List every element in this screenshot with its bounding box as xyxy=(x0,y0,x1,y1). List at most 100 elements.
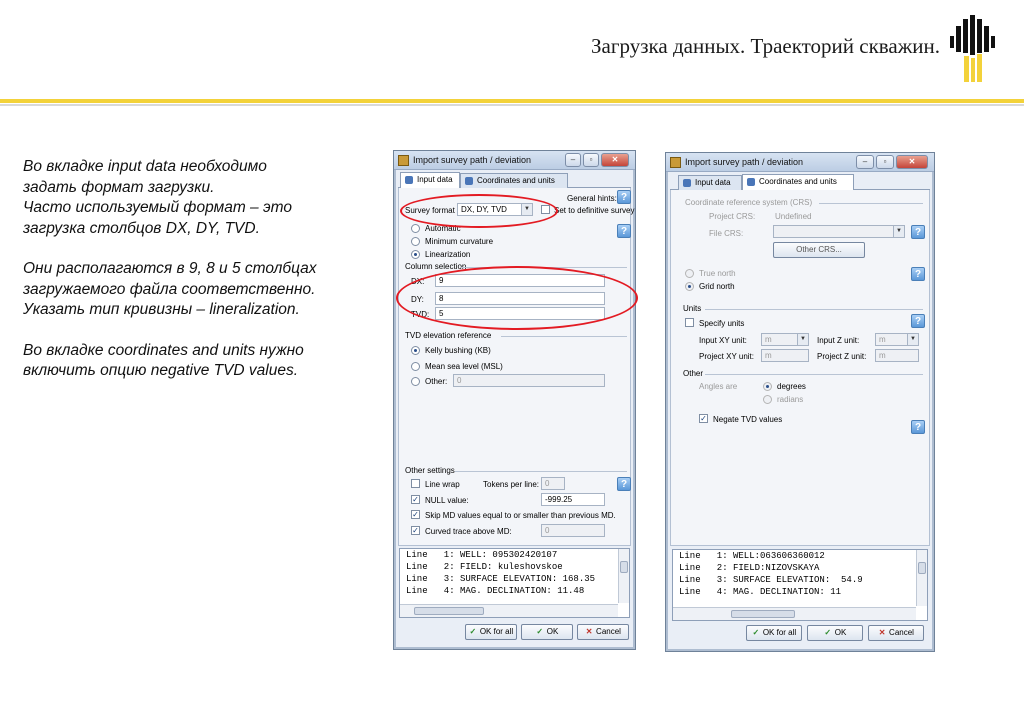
degrees-label: degrees xyxy=(777,382,806,391)
horizontal-scrollbar[interactable] xyxy=(400,604,618,617)
method-linearization-label: Linearization xyxy=(425,250,471,259)
preview-line: Line 2: FIELD:NIZOVSKAYA xyxy=(679,563,820,573)
negate-tvd-label: Negate TVD values xyxy=(713,415,783,424)
dialog-titlebar[interactable]: Import survey path / deviation – ▫ ✕ xyxy=(666,153,934,172)
tab-input-data[interactable]: Input data xyxy=(678,175,742,190)
tab-input-data[interactable]: Input data xyxy=(400,172,460,188)
section-divider xyxy=(501,336,627,337)
null-value-checkbox[interactable]: ✓ xyxy=(411,495,420,504)
set-definitive-checkbox[interactable] xyxy=(541,205,550,214)
help-icon[interactable]: ? xyxy=(617,477,631,491)
tab-coordinates-units[interactable]: Coordinates and units xyxy=(460,173,568,188)
file-preview[interactable]: Line 1: WELL: 095302420107 Line 2: FIELD… xyxy=(399,548,630,618)
minimize-icon[interactable]: – xyxy=(565,153,581,167)
help-icon[interactable]: ? xyxy=(911,267,925,281)
chevron-down-icon: ▼ xyxy=(907,334,918,345)
dialog-titlebar[interactable]: Import survey path / deviation – ▫ ✕ xyxy=(394,151,635,170)
project-crs-value: Undefined xyxy=(775,212,812,221)
dx-label: DX: xyxy=(411,277,425,286)
grid-north-label: Grid north xyxy=(699,282,735,291)
general-hints-label: General hints: xyxy=(567,194,617,203)
company-logo xyxy=(950,15,995,82)
check-icon: ✓ xyxy=(469,627,477,636)
check-icon: ✓ xyxy=(752,628,760,637)
file-preview[interactable]: Line 1: WELL:063606360012 Line 2: FIELD:… xyxy=(672,549,928,621)
ok-button[interactable]: ✓ OK xyxy=(807,625,863,641)
maximize-icon[interactable]: ▫ xyxy=(876,155,894,169)
ok-button[interactable]: ✓ OK xyxy=(521,624,573,640)
null-value-input[interactable]: -999.25 xyxy=(541,493,605,506)
tab-coordinates-units[interactable]: Coordinates and units xyxy=(742,174,854,190)
ok-for-all-button[interactable]: ✓ OK for all xyxy=(465,624,517,640)
dy-column-input[interactable]: 8 xyxy=(435,292,605,305)
dx-column-input[interactable]: 9 xyxy=(435,274,605,287)
preview-line: Line 3: SURFACE ELEVATION: 54.9 xyxy=(679,575,863,585)
degrees-radio[interactable] xyxy=(763,382,772,391)
method-min-curvature-radio[interactable] xyxy=(411,237,420,246)
file-crs-select[interactable]: ▼ xyxy=(773,225,905,238)
preview-line: Line 2: FIELD: kuleshovskoe xyxy=(406,562,563,572)
other-elevation-radio[interactable] xyxy=(411,377,420,386)
other-settings-title: Other settings xyxy=(405,466,455,475)
tab-bar: Input data Coordinates and units xyxy=(398,172,631,188)
curved-trace-input[interactable]: 0 xyxy=(541,524,605,537)
tvd-column-input[interactable]: 5 xyxy=(435,307,605,320)
radians-radio[interactable] xyxy=(763,395,772,404)
header-divider-yellow xyxy=(0,99,1024,103)
tokens-per-line-label: Tokens per line: xyxy=(483,480,540,489)
help-icon[interactable]: ? xyxy=(617,224,631,238)
other-elevation-input[interactable]: 0 xyxy=(453,374,605,387)
close-icon[interactable]: ✕ xyxy=(601,153,629,167)
specify-units-checkbox[interactable] xyxy=(685,318,694,327)
skip-md-checkbox[interactable]: ✓ xyxy=(411,510,420,519)
method-linearization-radio[interactable] xyxy=(411,250,420,259)
grid-north-radio[interactable] xyxy=(685,282,694,291)
cancel-button[interactable]: ✕ Cancel xyxy=(577,624,629,640)
preview-line: Line 1: WELL: 095302420107 xyxy=(406,550,558,560)
other-crs-button[interactable]: Other CRS... xyxy=(773,242,865,258)
angles-label: Angles are xyxy=(699,382,738,391)
cancel-button[interactable]: ✕ Cancel xyxy=(868,625,924,641)
input-z-select[interactable]: m ▼ xyxy=(875,333,919,346)
kelly-bushing-radio[interactable] xyxy=(411,346,420,355)
vertical-scrollbar[interactable] xyxy=(618,549,629,603)
help-icon[interactable]: ? xyxy=(911,420,925,434)
line-wrap-checkbox[interactable] xyxy=(411,479,420,488)
specify-units-label: Specify units xyxy=(699,319,745,328)
instruction-paragraph: Они располагаются в 9, 8 и 5 столбцах за… xyxy=(23,260,317,318)
minimize-icon[interactable]: – xyxy=(856,155,874,169)
dy-label: DY: xyxy=(411,295,424,304)
close-icon[interactable]: ✕ xyxy=(896,155,928,169)
app-icon xyxy=(398,155,409,166)
check-icon: ✓ xyxy=(536,627,544,636)
file-crs-label: File CRS: xyxy=(709,229,744,238)
line-wrap-label: Line wrap xyxy=(425,480,460,489)
help-icon[interactable]: ? xyxy=(911,314,925,328)
instructions-text: Во вкладке input data необходимо задать … xyxy=(23,157,383,402)
mean-sea-level-label: Mean sea level (MSL) xyxy=(425,362,503,371)
vertical-scrollbar[interactable] xyxy=(916,550,927,606)
set-definitive-label: Set to definitive survey xyxy=(554,206,635,215)
survey-format-select[interactable]: DX, DY, TVD ▼ xyxy=(457,203,533,216)
crs-title: Coordinate reference system (CRS) xyxy=(685,198,813,207)
tokens-per-line-input[interactable]: 0 xyxy=(541,477,565,490)
ok-for-all-button[interactable]: ✓ OK for all xyxy=(746,625,802,641)
method-automatic-label: Automatic xyxy=(425,224,461,233)
negate-tvd-checkbox[interactable]: ✓ xyxy=(699,414,708,423)
tvd-label: TVD: xyxy=(411,310,430,319)
preview-line: Line 4: MAG. DECLINATION: 11 xyxy=(679,587,842,597)
input-xy-select[interactable]: m ▼ xyxy=(761,333,809,346)
help-icon[interactable]: ? xyxy=(617,190,631,204)
method-automatic-radio[interactable] xyxy=(411,224,420,233)
maximize-icon[interactable]: ▫ xyxy=(583,153,599,167)
curved-trace-checkbox[interactable]: ✓ xyxy=(411,526,420,535)
horizontal-scrollbar[interactable] xyxy=(673,607,916,620)
column-selection-title: Column selection xyxy=(405,262,467,271)
mean-sea-level-radio[interactable] xyxy=(411,362,420,371)
true-north-radio[interactable] xyxy=(685,269,694,278)
help-icon[interactable]: ? xyxy=(911,225,925,239)
preview-line: Line 4: MAG. DECLINATION: 11.48 xyxy=(406,586,585,596)
project-z-label: Project Z unit: xyxy=(817,352,867,361)
slide-title: Загрузка данных. Траекторий скважин. xyxy=(591,34,940,58)
input-data-tab-icon xyxy=(405,176,413,184)
